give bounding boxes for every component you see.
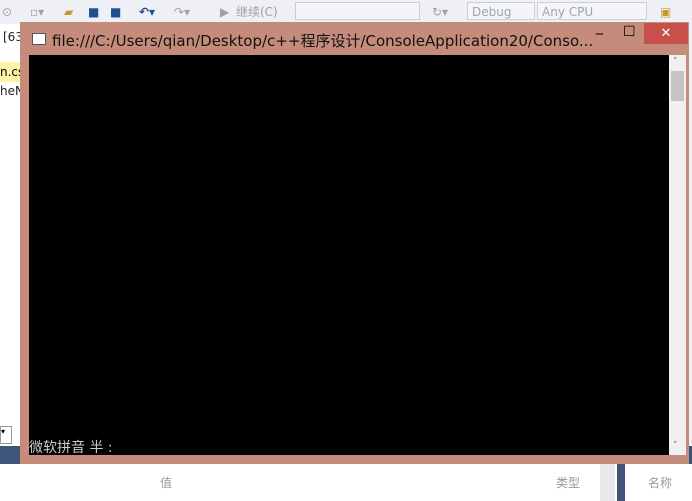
save-all-icon[interactable]: ■ bbox=[110, 3, 121, 21]
panel-divider bbox=[617, 464, 625, 501]
console-app-icon bbox=[32, 33, 46, 45]
find-icon[interactable]: ▣ bbox=[660, 3, 671, 21]
editor-left-strip: [63 n.cs heN bbox=[0, 24, 24, 452]
scroll-down-icon[interactable]: ˅ bbox=[673, 441, 678, 451]
config-combo[interactable]: Debug bbox=[467, 2, 535, 20]
redo-icon[interactable]: ↷▾ bbox=[174, 3, 190, 21]
ime-status: 微软拼音 半 : bbox=[29, 440, 113, 456]
open-icon[interactable]: ▰ bbox=[64, 3, 73, 21]
close-button[interactable]: ✕ bbox=[644, 23, 688, 44]
panel-scrollbar[interactable] bbox=[600, 464, 615, 501]
back-icon[interactable]: ⊙ bbox=[2, 3, 12, 21]
console-output[interactable] bbox=[29, 55, 669, 455]
maximize-button[interactable]: ☐ bbox=[623, 24, 636, 40]
toolbar: ⊙ ▫▾ ▰ ■ ■ ↶▾ ↷▾ ▶ 继续(C) ↻▾ Debug Any CP… bbox=[0, 0, 692, 24]
minimize-button[interactable]: ‒ bbox=[595, 26, 604, 42]
column-type[interactable]: 类型 bbox=[556, 474, 580, 491]
process-combo[interactable] bbox=[295, 2, 420, 20]
scroll-thumb[interactable] bbox=[671, 71, 684, 101]
save-icon[interactable]: ■ bbox=[88, 3, 99, 21]
play-icon[interactable]: ▶ bbox=[220, 3, 229, 21]
new-file-icon[interactable]: ▫▾ bbox=[30, 3, 44, 21]
column-value[interactable]: 值 bbox=[160, 474, 172, 491]
locals-panel bbox=[0, 464, 692, 501]
file-tab[interactable]: n.cs bbox=[0, 62, 24, 82]
column-name[interactable]: 名称 bbox=[648, 474, 672, 491]
platform-combo[interactable]: Any CPU bbox=[537, 2, 647, 20]
continue-button[interactable]: 继续(C) bbox=[236, 3, 278, 21]
refresh-icon[interactable]: ↻▾ bbox=[432, 3, 448, 21]
vertical-scrollbar[interactable]: ˄ ˅ bbox=[669, 55, 686, 455]
window-title: file:///C:/Users/qian/Desktop/c++程序设计/Co… bbox=[52, 32, 594, 50]
undo-icon[interactable]: ↶▾ bbox=[139, 3, 155, 21]
dropdown-arrow-icon[interactable]: ▾ bbox=[0, 426, 12, 444]
scroll-up-icon[interactable]: ˄ bbox=[673, 57, 678, 67]
